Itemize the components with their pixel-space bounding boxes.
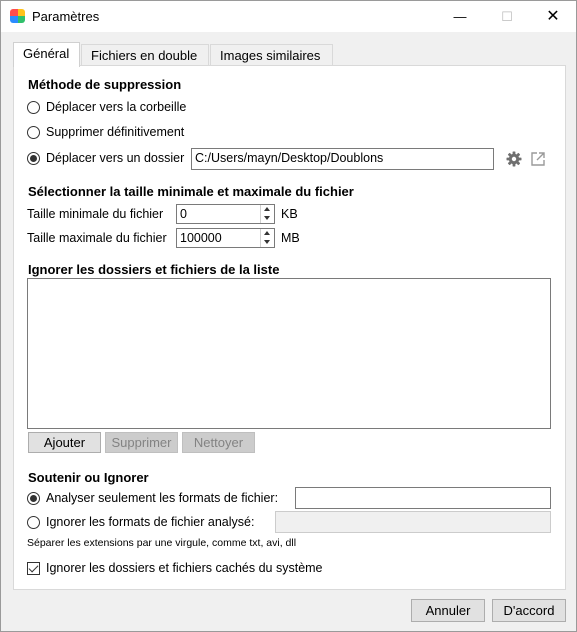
- min-size-spinbox[interactable]: 0: [176, 204, 275, 224]
- radio-ignore-formats[interactable]: [27, 516, 40, 529]
- radio-analyze-formats[interactable]: [27, 492, 40, 505]
- ignore-list-heading: Ignorer les dossiers et fichiers de la l…: [28, 262, 280, 277]
- external-link-icon[interactable]: [529, 150, 547, 168]
- window-title: Paramètres: [32, 9, 100, 24]
- folder-path-input[interactable]: C:/Users/mayn/Desktop/Doublons: [191, 148, 494, 170]
- radio-move-to-folder[interactable]: [27, 152, 40, 165]
- deletion-method-heading: Méthode de suppression: [28, 77, 182, 92]
- ignore-formats-input[interactable]: [275, 511, 551, 533]
- tab-general[interactable]: Général: [13, 42, 80, 67]
- max-size-increment-button[interactable]: [261, 229, 274, 238]
- close-button[interactable]: ✕: [530, 1, 576, 32]
- clear-button[interactable]: Nettoyer: [182, 432, 255, 453]
- ignore-formats-label[interactable]: Ignorer les formats de fichier analysé:: [46, 515, 254, 529]
- delete-permanently-label[interactable]: Supprimer définitivement: [46, 125, 184, 139]
- ignore-hidden-checkbox[interactable]: [27, 562, 40, 575]
- title-bar[interactable]: Paramètres — ☐ ✕: [1, 1, 576, 32]
- formats-heading: Soutenir ou Ignorer: [28, 470, 149, 485]
- min-size-unit: KB: [281, 207, 298, 221]
- analyze-formats-input[interactable]: [295, 487, 551, 509]
- settings-dialog: Paramètres — ☐ ✕ Général Fichiers en dou…: [0, 0, 577, 632]
- tab-similar-images[interactable]: Images similaires: [210, 44, 333, 66]
- extensions-hint: Séparer les extensions par une virgule, …: [27, 537, 297, 549]
- maximize-button[interactable]: ☐: [484, 1, 530, 32]
- cancel-button[interactable]: Annuler: [411, 599, 485, 622]
- remove-button[interactable]: Supprimer: [105, 432, 178, 453]
- max-size-unit: MB: [281, 231, 300, 245]
- max-size-spinbox[interactable]: 100000: [176, 228, 275, 248]
- min-size-decrement-button[interactable]: [261, 214, 274, 223]
- analyze-formats-label[interactable]: Analyser seulement les formats de fichie…: [46, 491, 278, 505]
- max-size-value[interactable]: 100000: [180, 231, 222, 245]
- radio-move-to-trash[interactable]: [27, 101, 40, 114]
- max-size-label: Taille maximale du fichier: [27, 231, 167, 245]
- gear-icon[interactable]: [505, 150, 523, 168]
- min-size-value[interactable]: 0: [180, 207, 187, 221]
- file-size-heading: Sélectionner la taille minimale et maxim…: [28, 184, 354, 199]
- app-logo-icon: [10, 9, 25, 23]
- add-button[interactable]: Ajouter: [28, 432, 101, 453]
- move-to-trash-label[interactable]: Déplacer vers la corbeille: [46, 100, 186, 114]
- min-size-increment-button[interactable]: [261, 205, 274, 214]
- radio-delete-permanently[interactable]: [27, 126, 40, 139]
- ignore-hidden-label[interactable]: Ignorer les dossiers et fichiers cachés …: [46, 561, 323, 575]
- tab-duplicate-files[interactable]: Fichiers en double: [81, 44, 209, 66]
- spin-arrows: [260, 229, 274, 247]
- minimize-button[interactable]: —: [437, 1, 483, 32]
- spin-arrows: [260, 205, 274, 223]
- move-to-folder-label[interactable]: Déplacer vers un dossier: [46, 151, 184, 165]
- ignore-list-box[interactable]: [27, 278, 551, 429]
- ok-button[interactable]: D'accord: [492, 599, 566, 622]
- min-size-label: Taille minimale du fichier: [27, 207, 164, 221]
- max-size-decrement-button[interactable]: [261, 238, 274, 247]
- general-panel: Méthode de suppression Déplacer vers la …: [13, 65, 566, 590]
